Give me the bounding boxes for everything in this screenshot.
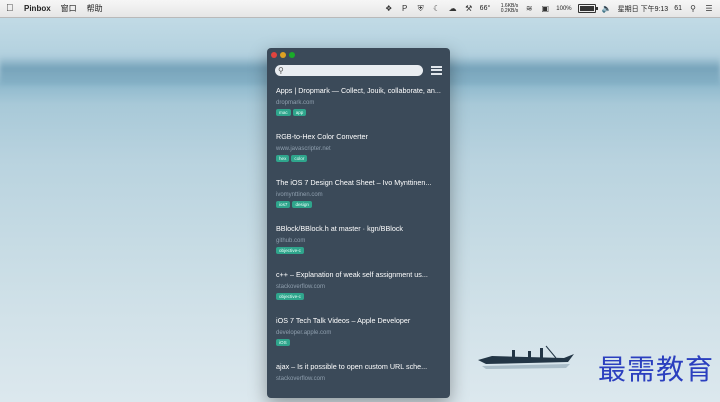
battery-level-fill [579,6,594,11]
clock[interactable]: 星期日 下午9:13 [618,4,669,14]
window-titlebar[interactable] [267,48,450,62]
wifi-icon[interactable]: ≋ [524,4,534,13]
bookmark-item[interactable]: The iOS 7 Design Cheat Sheet – Ivo Myntt… [267,178,450,224]
bookmark-tags: ios7 design [276,201,441,208]
tag-badge[interactable]: hex [276,155,290,162]
bookmark-tags: iOS [276,339,441,346]
tag-badge[interactable]: objective-c [276,247,304,254]
tag-badge[interactable]: color [291,155,308,162]
pinbox-window: ⚲ Apps | Dropmark — Collect, Jouik, coll… [267,48,450,398]
bookmark-title[interactable]: RGB-to-Hex Color Converter [276,132,441,141]
bookmark-url: www.javascripter.net [276,146,331,152]
tag-badge[interactable]: design [292,201,312,208]
bookmark-url: github.com [276,238,306,244]
menu-window[interactable]: 窗口 [61,3,77,14]
bookmark-item[interactable]: c++ – Explanation of weak self assignmen… [267,270,450,316]
bookmark-tags: objective-c [276,247,441,254]
bookmark-list: Apps | Dropmark — Collect, Jouik, collab… [267,86,450,398]
bookmark-item[interactable]: ajax – Is it possible to open custom URL… [267,362,450,398]
dropbox-icon[interactable]: ❖ [384,4,394,13]
bookmark-title[interactable]: iOS 7 Tech Talk Videos – Apple Developer [276,316,441,325]
bookmark-item[interactable]: BBlock/BBlock.h at master · kgn/BBlock gi… [267,224,450,270]
display-icon[interactable]: ▣ [540,4,550,13]
bookmark-url: ivomynttinen.com [276,192,323,198]
bookmark-title[interactable]: Apps | Dropmark — Collect, Jouik, collab… [276,86,441,95]
user-menu[interactable]: 61 [674,5,682,12]
menu-bar:  Pinbox 窗口 帮助 ❖ P ⛨ ☾ ☁ ⚒ 66° 1.6KB/s 0… [0,0,720,18]
bookmark-title[interactable]: ajax – Is it possible to open custom URL… [276,362,441,371]
bookmark-tags: hex color [276,155,441,162]
bookmark-title[interactable]: BBlock/BBlock.h at master · kgn/BBlock [276,224,441,233]
bookmark-title[interactable]: The iOS 7 Design Cheat Sheet – Ivo Myntt… [276,178,441,187]
tag-badge[interactable]: objective-c [276,293,304,300]
bookmark-title[interactable]: c++ – Explanation of weak self assignmen… [276,270,441,279]
menu-help[interactable]: 帮助 [87,3,103,14]
wrench-icon[interactable]: ⚒ [464,4,474,13]
search-icon[interactable]: ⚲ [688,4,698,13]
zoom-button[interactable] [289,52,295,58]
cloud-icon[interactable]: ☁ [448,4,458,13]
tag-badge[interactable]: ios7 [276,201,291,208]
apple-menu-icon[interactable]:  [6,3,16,14]
network-speed[interactable]: 1.6KB/s 0.2KB/s [496,3,519,14]
boat-image [478,345,574,369]
tag-badge[interactable]: mac [276,109,291,116]
bookmark-url: developer.apple.com [276,330,332,336]
battery-percent: 100% [556,5,572,12]
net-download: 0.2KB/s [500,7,519,14]
bookmark-url: stackoverflow.com [276,376,326,382]
search-icon: ⚲ [278,65,284,75]
bookmark-item[interactable]: iOS 7 Tech Talk Videos – Apple Developer… [267,316,450,362]
bookmark-url: dropmark.com [276,100,315,106]
tag-badge[interactable]: app [292,109,307,116]
close-button[interactable] [271,52,277,58]
moon-icon[interactable]: ☾ [432,4,442,13]
search-row: ⚲ [267,62,450,78]
menu-icon[interactable] [431,65,442,75]
battery-icon[interactable] [577,4,598,13]
watermark-logo: 最需教育 [597,353,714,386]
minimize-button[interactable] [280,52,286,58]
menu-app-name[interactable]: Pinbox [24,4,51,13]
pinbox-tray-icon[interactable]: P [400,4,410,13]
bookmark-url: stackoverflow.com [276,284,326,290]
bookmark-tags: mac app [276,109,441,116]
search-input[interactable] [287,66,407,74]
search-bar[interactable]: ⚲ [275,64,423,76]
bookmark-item[interactable]: Apps | Dropmark — Collect, Jouik, collab… [267,86,450,132]
volume-icon[interactable]: 🔈 [602,4,612,13]
notification-center-icon[interactable]: ☰ [704,4,714,13]
bookmark-tags: objective-c [276,293,441,300]
menu-bar-tray: ❖ P ⛨ ☾ ☁ ⚒ 66° 1.6KB/s 0.2KB/s ≋ ▣ 100%… [384,0,714,17]
bookmark-item[interactable]: RGB-to-Hex Color Converter www.javascript… [267,132,450,178]
tag-badge[interactable]: iOS [276,339,290,346]
shield-icon[interactable]: ⛨ [416,4,426,14]
weather-temperature[interactable]: 66° [480,5,491,12]
